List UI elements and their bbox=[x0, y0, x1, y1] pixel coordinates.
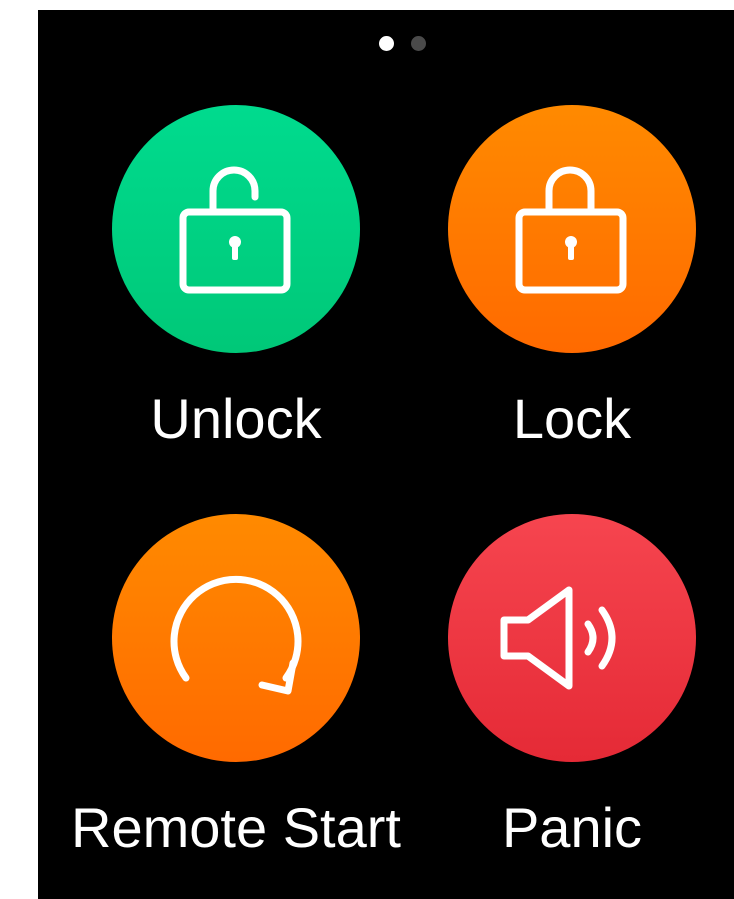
remote-start-button[interactable]: Remote Start bbox=[71, 514, 401, 859]
lock-circle bbox=[448, 105, 696, 353]
watch-screen: Unlock Lock Remote Start Panic bbox=[38, 10, 734, 899]
panic-label: Panic bbox=[501, 796, 643, 859]
page-dot-active bbox=[379, 36, 394, 51]
speaker-icon bbox=[500, 586, 616, 690]
lock-label: Lock bbox=[512, 387, 632, 450]
unlock-icon bbox=[179, 166, 291, 294]
page-dot-inactive bbox=[411, 36, 426, 51]
unlock-circle bbox=[112, 105, 360, 353]
remote-start-circle bbox=[112, 514, 360, 762]
lock-button[interactable]: Lock bbox=[448, 105, 696, 450]
page-indicator bbox=[38, 36, 734, 52]
unlock-button[interactable]: Unlock bbox=[112, 105, 360, 450]
lock-icon bbox=[515, 166, 627, 294]
restart-icon bbox=[170, 575, 302, 695]
panic-button[interactable]: Panic bbox=[448, 514, 696, 859]
panic-circle bbox=[448, 514, 696, 762]
